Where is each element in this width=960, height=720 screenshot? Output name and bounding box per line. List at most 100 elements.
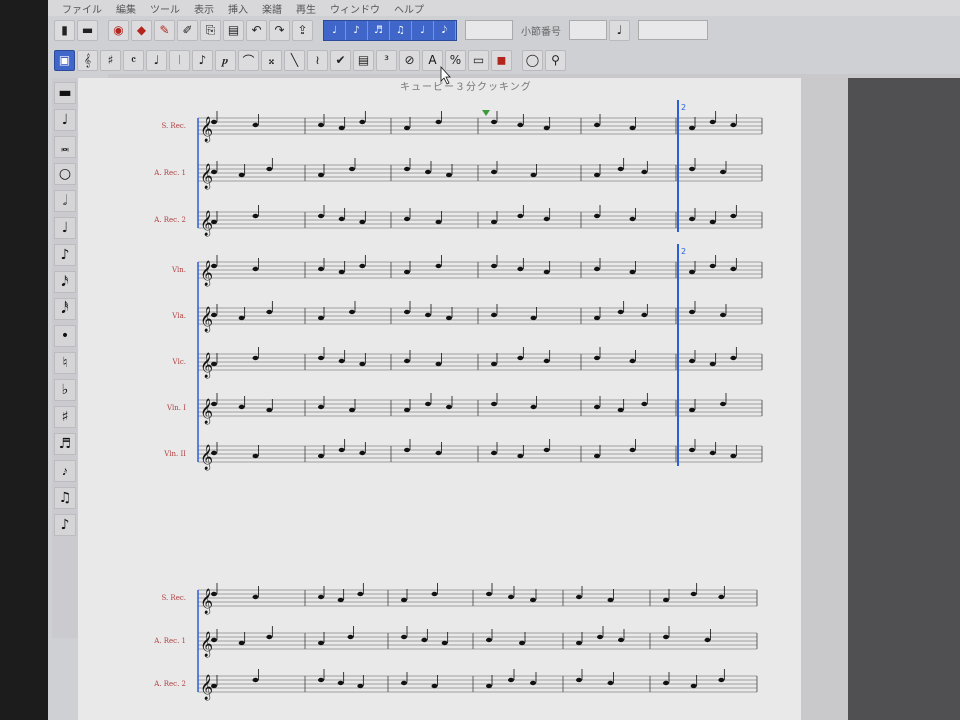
note-head <box>359 219 366 225</box>
note-head <box>211 312 217 318</box>
instrument-name: Vla. <box>171 312 186 320</box>
note-head <box>435 219 442 225</box>
instrument-name: A. Rec. 1 <box>153 169 186 177</box>
note-head <box>594 453 600 459</box>
note-head <box>357 591 364 597</box>
note-head <box>530 315 537 321</box>
note-head <box>359 450 366 456</box>
treble-clef-icon: 𝄞 <box>200 444 213 470</box>
note-head <box>357 683 364 689</box>
treble-clef-icon: 𝄞 <box>200 398 213 424</box>
note-head <box>730 453 737 459</box>
note-head <box>338 447 345 453</box>
note-head <box>446 315 452 321</box>
note-head <box>597 634 603 640</box>
note-head <box>543 447 550 453</box>
note-head <box>338 358 345 364</box>
note-head <box>704 637 711 643</box>
note-head <box>446 404 452 410</box>
note-head <box>689 407 695 413</box>
note-head <box>594 172 600 178</box>
note-head <box>491 312 497 318</box>
note-head <box>425 312 431 318</box>
note-head <box>689 269 695 275</box>
note-head <box>252 122 259 128</box>
score-system-1: S. Rec. 𝄞 A. Rec. 1 𝄞 A. Rec. 2 𝄞 2 <box>153 100 763 236</box>
note-head <box>689 125 695 131</box>
note-head <box>401 680 407 686</box>
note-head <box>689 309 695 315</box>
note-head <box>401 634 407 640</box>
mouse-cursor-icon <box>440 65 451 85</box>
instrument-name: Vlc. <box>172 358 186 366</box>
note-head <box>576 677 582 683</box>
note-head <box>709 263 716 269</box>
staff: A. Rec. 2 𝄞 <box>153 205 763 236</box>
note-head <box>404 407 410 413</box>
instrument-name: A. Rec. 2 <box>153 680 186 688</box>
note-head <box>543 358 550 364</box>
note-head <box>607 680 614 686</box>
note-head <box>318 172 324 178</box>
note-head <box>617 407 624 413</box>
note-head <box>618 637 624 643</box>
score-system-3: S. Rec. 𝄞 A. Rec. 1 𝄞 A. Rec. 2 𝄞 <box>153 583 758 700</box>
treble-clef-icon: 𝄞 <box>200 674 213 700</box>
note-head <box>252 355 259 361</box>
note-head <box>718 594 725 600</box>
note-head <box>730 213 737 219</box>
note-head <box>486 591 492 597</box>
note-head <box>318 640 324 646</box>
note-head <box>238 172 245 178</box>
note-head <box>404 125 410 131</box>
note-head <box>266 309 273 315</box>
note-head <box>211 450 217 456</box>
note-head <box>543 125 550 131</box>
note-head <box>435 119 442 125</box>
note-head <box>349 407 355 413</box>
note-head <box>318 355 324 361</box>
note-head <box>689 166 695 172</box>
note-head <box>435 361 442 367</box>
note-head <box>404 269 410 275</box>
note-head <box>690 591 697 597</box>
note-head <box>404 216 410 222</box>
instrument-name: S. Rec. <box>161 122 186 130</box>
note-head <box>663 597 669 603</box>
note-head <box>359 119 366 125</box>
note-head <box>318 594 324 600</box>
note-head <box>421 637 428 643</box>
note-head <box>689 216 695 222</box>
note-head <box>238 640 245 646</box>
note-head <box>517 122 524 128</box>
note-head <box>435 263 442 269</box>
note-head <box>318 266 324 272</box>
rehearsal-mark: 2 <box>681 103 686 112</box>
note-head <box>425 169 431 175</box>
staff: S. Rec. 𝄞 <box>161 583 758 614</box>
treble-clef-icon: 𝄞 <box>200 631 213 657</box>
staff: Vln. II 𝄞 <box>163 439 763 470</box>
note-head <box>508 677 514 683</box>
note-head <box>252 453 259 459</box>
note-head <box>594 315 600 321</box>
note-head <box>594 213 600 219</box>
note-head <box>266 634 273 640</box>
treble-clef-icon: 𝄞 <box>200 116 213 142</box>
note-head <box>238 315 245 321</box>
note-head <box>486 683 492 689</box>
note-head <box>594 266 600 272</box>
treble-clef-icon: 𝄞 <box>200 260 213 286</box>
note-head <box>629 447 636 453</box>
note-head <box>709 219 716 225</box>
note-head <box>359 361 366 367</box>
note-head <box>491 361 497 367</box>
note-head <box>709 119 716 125</box>
treble-clef-icon: 𝄞 <box>200 352 213 378</box>
note-head <box>709 361 716 367</box>
note-head <box>641 169 648 175</box>
note-head <box>338 216 345 222</box>
note-head <box>629 125 636 131</box>
note-head <box>629 358 636 364</box>
instrument-name: Vln. II <box>163 450 186 458</box>
